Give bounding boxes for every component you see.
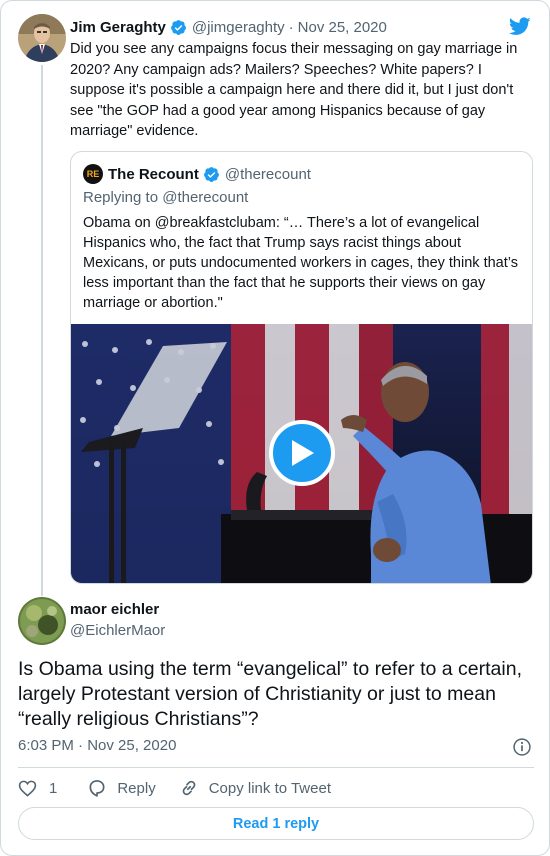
play-button[interactable]: [269, 420, 335, 486]
read-replies-button[interactable]: Read 1 reply: [18, 807, 534, 840]
reply-avatar[interactable]: [18, 597, 66, 645]
link-icon: [182, 780, 196, 796]
info-icon[interactable]: [512, 737, 532, 757]
like-button[interactable]: 1: [18, 779, 57, 798]
tweet-embed-card: Jim Geraghty @jimgeraghty · Nov 25, 2020…: [0, 0, 550, 856]
tweet-date[interactable]: Nov 25, 2020: [298, 19, 387, 36]
quoted-tweet-header: RE The Recount @therecount: [83, 164, 311, 184]
reply-author-name[interactable]: maor eichler: [70, 601, 159, 618]
author-name[interactable]: Jim Geraghty: [70, 19, 166, 36]
video-thumbnail[interactable]: [71, 324, 532, 583]
copy-link-label: Copy link to Tweet: [208, 779, 331, 797]
heart-icon: [18, 780, 37, 797]
play-icon: [292, 440, 314, 466]
divider: [18, 767, 534, 768]
reply-timestamp[interactable]: 6:03 PM · Nov 25, 2020: [18, 737, 176, 754]
reply-button[interactable]: Reply: [87, 778, 156, 798]
action-bar: 1 Reply Copy link to Tweet: [18, 777, 331, 799]
copy-link-button[interactable]: Copy link to Tweet: [179, 778, 331, 798]
quoted-avatar[interactable]: RE: [83, 164, 103, 184]
quoted-author-handle[interactable]: @therecount: [225, 166, 311, 183]
author-handle[interactable]: @jimgeraghty: [192, 19, 285, 36]
thread-line: [41, 65, 43, 596]
reply-tweet-text: Is Obama using the term “evangelical” to…: [18, 658, 522, 730]
separator-dot: ·: [288, 18, 294, 36]
reply-label: Reply: [117, 779, 156, 797]
reply-icon: [89, 780, 105, 797]
parent-tweet-text: Did you see any campaigns focus their me…: [70, 41, 518, 139]
twitter-logo-icon[interactable]: [508, 15, 532, 37]
parent-tweet-header: Jim Geraghty @jimgeraghty · Nov 25, 2020: [70, 16, 499, 38]
like-count: 1: [49, 779, 58, 797]
verified-badge-icon: [170, 19, 186, 35]
avatar[interactable]: [18, 14, 66, 62]
replying-to: Replying to @therecount: [83, 189, 249, 206]
reply-author-handle[interactable]: @EichlerMaor: [70, 622, 165, 639]
verified-badge-icon: [203, 166, 219, 182]
quoted-tweet[interactable]: RE The Recount @therecount Replying to @…: [70, 151, 533, 584]
quoted-author-name[interactable]: The Recount: [108, 166, 199, 183]
quoted-tweet-text: Obama on @breakfastclubam: “… There’s a …: [83, 215, 518, 311]
